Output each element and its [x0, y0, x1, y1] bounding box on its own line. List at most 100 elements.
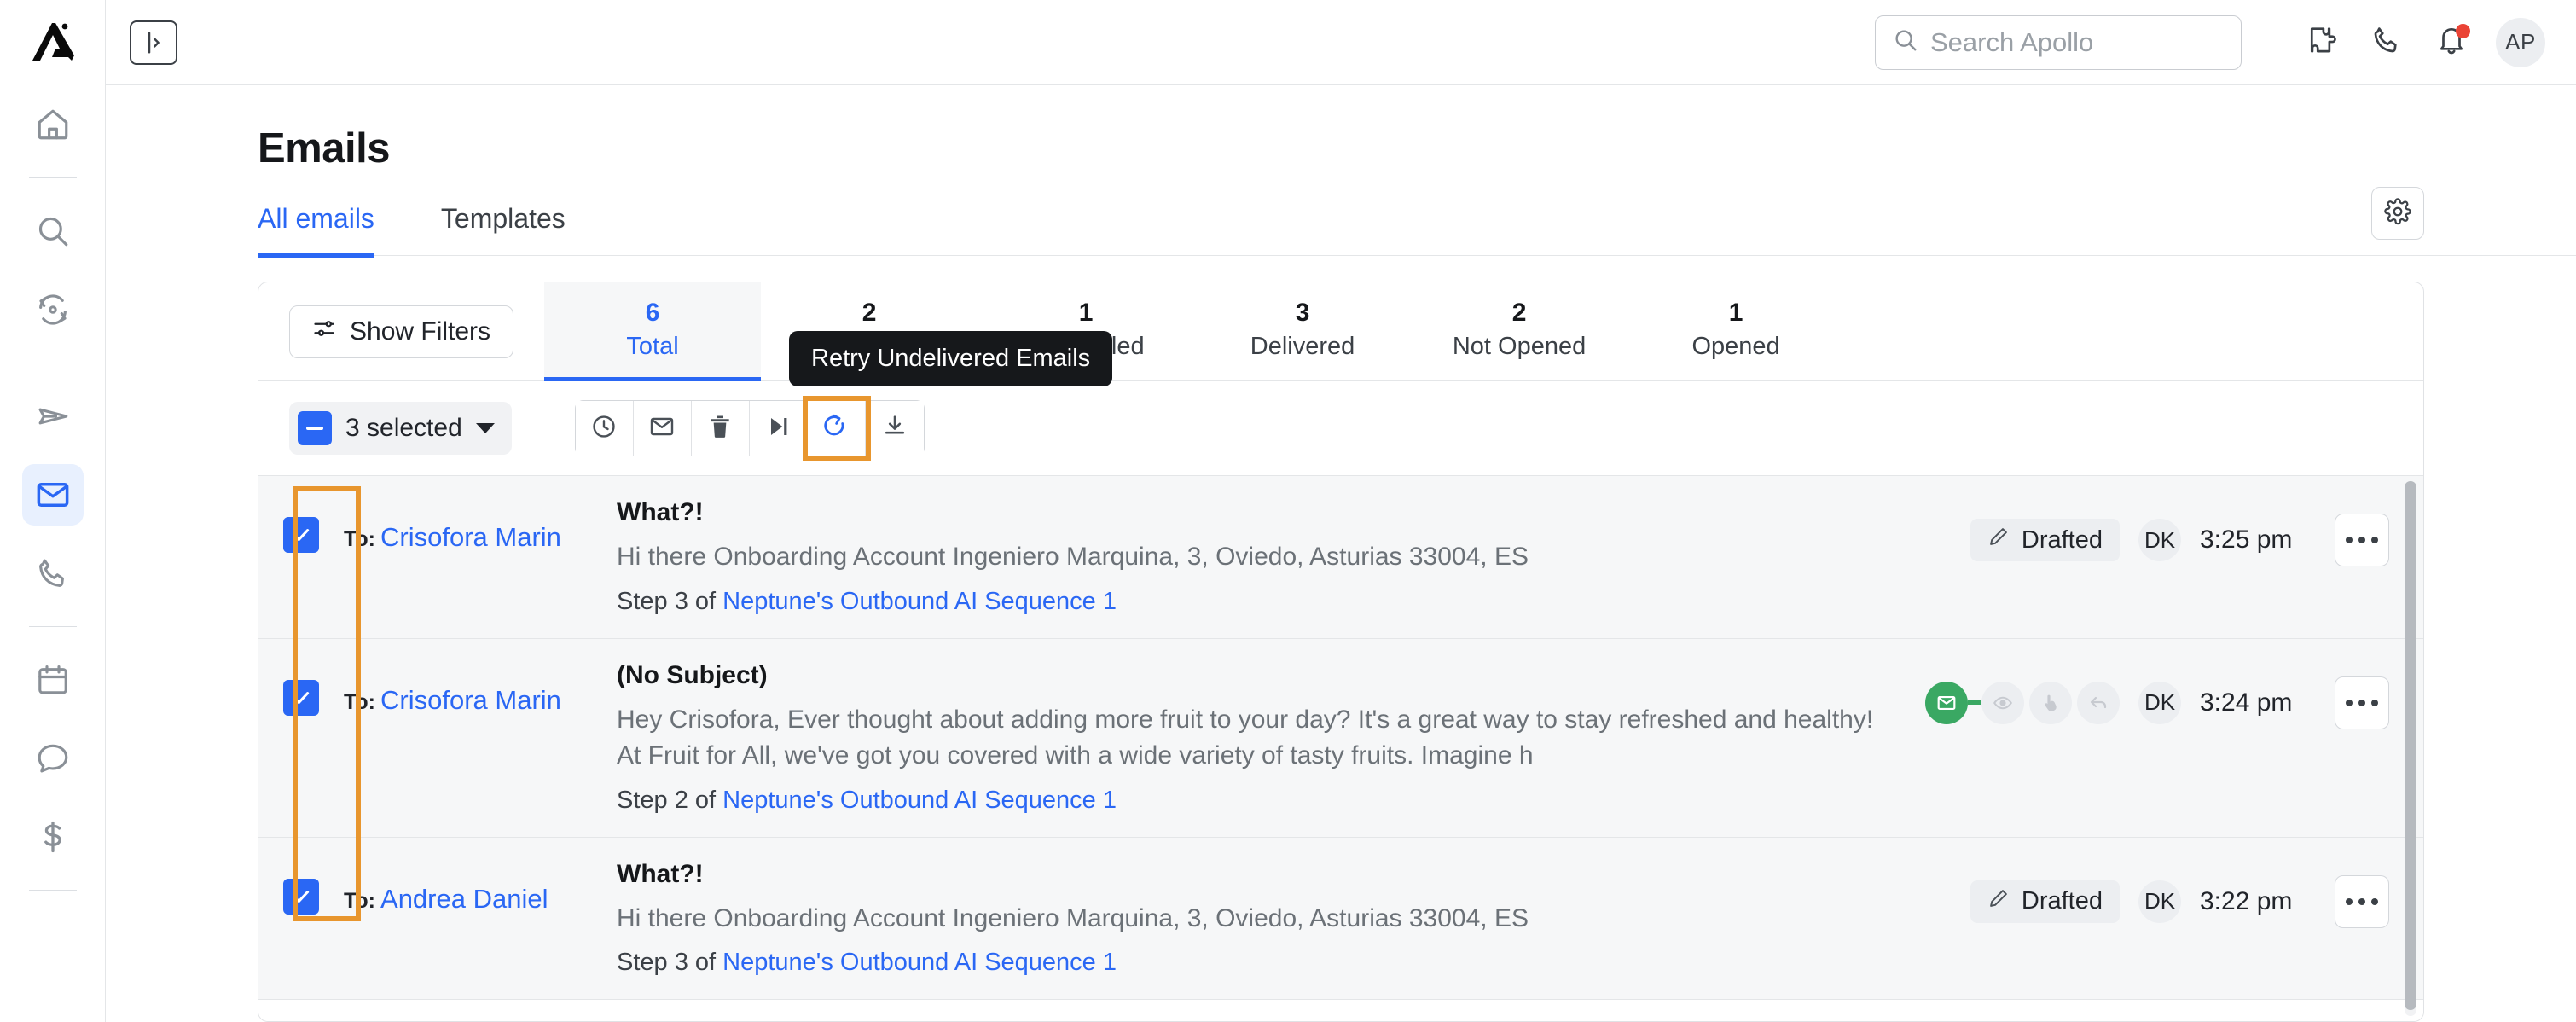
recipient-link[interactable]: Crisofora Marin [380, 685, 561, 715]
stat-not-opened[interactable]: 2 Not Opened [1411, 282, 1627, 381]
to-label: To: [344, 689, 376, 714]
sidebar-item-meetings[interactable] [22, 649, 84, 711]
pencil-icon [1987, 887, 2010, 916]
sidebar-item-calls[interactable] [22, 543, 84, 604]
recipient-link[interactable]: Crisofora Marin [380, 522, 561, 552]
page-title: Emails [258, 125, 390, 171]
avatar-initials: AP [2505, 29, 2536, 55]
show-filters-button[interactable]: Show Filters [289, 305, 514, 358]
replied-status-icon [2077, 681, 2120, 724]
search-input[interactable] [1930, 26, 2224, 58]
row-checkbox[interactable] [283, 517, 319, 553]
retry-tooltip: Retry Undelivered Emails [789, 331, 1113, 386]
apollo-logo[interactable] [0, 0, 105, 85]
row-checkbox[interactable] [283, 679, 319, 716]
row-recipient-cell: To: Andrea Daniel [344, 860, 617, 915]
emails-list: To: Crisofora Marin What?! Hi there Onboa… [258, 475, 2423, 1021]
tab-all-emails[interactable]: All emails [258, 203, 374, 258]
avatar[interactable]: AP [2496, 17, 2545, 67]
email-subject: (No Subject) [617, 660, 768, 689]
chat-icon [35, 740, 71, 776]
stat-delivered[interactable]: 3 Delivered [1194, 282, 1411, 381]
sidebar-item-sync[interactable] [22, 279, 84, 340]
sidebar-item-conversations[interactable] [22, 728, 84, 789]
calendar-icon [35, 662, 71, 698]
sidebar-item-sequences[interactable] [22, 386, 84, 447]
list-scrollbar-thumb[interactable] [2405, 481, 2416, 1010]
download-icon [881, 413, 908, 444]
row-body: What?! Hi there Onboarding Account Ingen… [617, 498, 1970, 616]
filters-wrapper: Show Filters [258, 282, 544, 380]
to-label: To: [344, 527, 376, 551]
stat-total[interactable]: 6 Total [544, 282, 762, 381]
to-label: To: [344, 888, 376, 913]
row-more-button[interactable] [2335, 874, 2389, 928]
stat-opened-value: 1 [1728, 299, 1743, 327]
email-settings-button[interactable] [2371, 187, 2424, 240]
left-nav-rail [0, 0, 106, 1022]
row-recipient-cell: To: Crisofora Marin [344, 661, 617, 716]
selection-count-label: 3 selected [345, 414, 462, 442]
opened-status-icon [1981, 681, 2024, 724]
step-prefix: Step 2 of [617, 786, 717, 814]
delete-action-button[interactable] [691, 401, 750, 456]
rail-divider-1 [28, 177, 77, 178]
stat-delivered-value: 3 [1295, 299, 1310, 327]
sidebar-item-emails[interactable] [21, 464, 84, 526]
sequence-link[interactable]: Neptune's Outbound AI Sequence 1 [722, 588, 1117, 615]
retry-action-button[interactable] [802, 396, 871, 461]
email-step-line: Step 3 of Neptune's Outbound AI Sequence… [617, 949, 1941, 977]
mark-as-action-button[interactable] [633, 401, 692, 456]
owner-avatar: DK [2138, 880, 2181, 923]
trash-icon [706, 413, 734, 444]
email-snippet: Hey Crisofora, Ever thought about adding… [617, 705, 1874, 770]
owner-initials: DK [2144, 888, 2176, 915]
status-badge: Drafted [1970, 880, 2120, 923]
emails-card: Show Filters 6 Total 2 Bounced 1 Schedul… [258, 282, 2424, 1022]
recipient-link[interactable]: Andrea Daniel [380, 884, 548, 914]
sidebar-item-home[interactable] [22, 94, 84, 155]
toggle-sidebar-button[interactable] [130, 20, 177, 65]
show-filters-label: Show Filters [350, 316, 491, 346]
row-checkbox-cell [258, 498, 344, 553]
stat-delivered-label: Delivered [1250, 333, 1355, 360]
table-row[interactable]: To: Andrea Daniel What?! Hi there Onboard… [258, 837, 2423, 1001]
selection-dropdown[interactable]: 3 selected [289, 402, 512, 455]
global-search[interactable] [1875, 15, 2242, 70]
row-more-button[interactable] [2335, 676, 2389, 729]
stat-opened[interactable]: 1 Opened [1627, 282, 1844, 381]
sidebar-item-deals[interactable] [22, 806, 84, 868]
select-all-checkbox[interactable] [298, 411, 332, 445]
clicked-status-icon [2029, 681, 2072, 724]
step-prefix: Step 3 of [617, 949, 717, 977]
notifications-button[interactable] [2431, 22, 2472, 63]
table-row[interactable] [258, 1000, 2423, 1021]
owner-initials: DK [2144, 526, 2176, 553]
row-more-button[interactable] [2335, 514, 2389, 566]
sent-status-icon [1925, 681, 1968, 724]
skip-forward-icon [764, 413, 792, 444]
search-icon [1893, 27, 1918, 57]
tab-templates[interactable]: Templates [441, 203, 566, 258]
page-header: Emails All emails Templates [106, 85, 2576, 258]
table-row[interactable]: To: Crisofora Marin What?! Hi there Onboa… [258, 476, 2423, 639]
email-snippet: Hi there Onboarding Account Ingeniero Ma… [617, 903, 1529, 932]
rail-divider-4 [28, 890, 77, 891]
email-snippet: Hi there Onboarding Account Ingeniero Ma… [617, 543, 1529, 571]
row-checkbox[interactable] [283, 878, 319, 915]
dialer-button[interactable] [2366, 22, 2407, 63]
status-badge-label: Drafted [2021, 887, 2103, 915]
row-checkbox-cell [258, 860, 344, 915]
sequence-link[interactable]: Neptune's Outbound AI Sequence 1 [722, 949, 1117, 976]
bulk-action-toolbar: 3 selected [258, 381, 2423, 475]
table-row[interactable]: To: Crisofora Marin (No Subject) Hey Cris… [258, 638, 2423, 838]
schedule-action-button[interactable] [575, 401, 634, 456]
sidebar-item-search[interactable] [22, 200, 84, 262]
skip-action-button[interactable] [749, 401, 808, 456]
email-subject: What?! [617, 498, 704, 526]
sequence-link[interactable]: Neptune's Outbound AI Sequence 1 [722, 787, 1117, 814]
stat-not-opened-label: Not Opened [1452, 333, 1587, 360]
extensions-button[interactable] [2301, 22, 2342, 63]
download-action-button[interactable] [865, 401, 924, 456]
email-time: 3:22 pm [2200, 886, 2293, 915]
